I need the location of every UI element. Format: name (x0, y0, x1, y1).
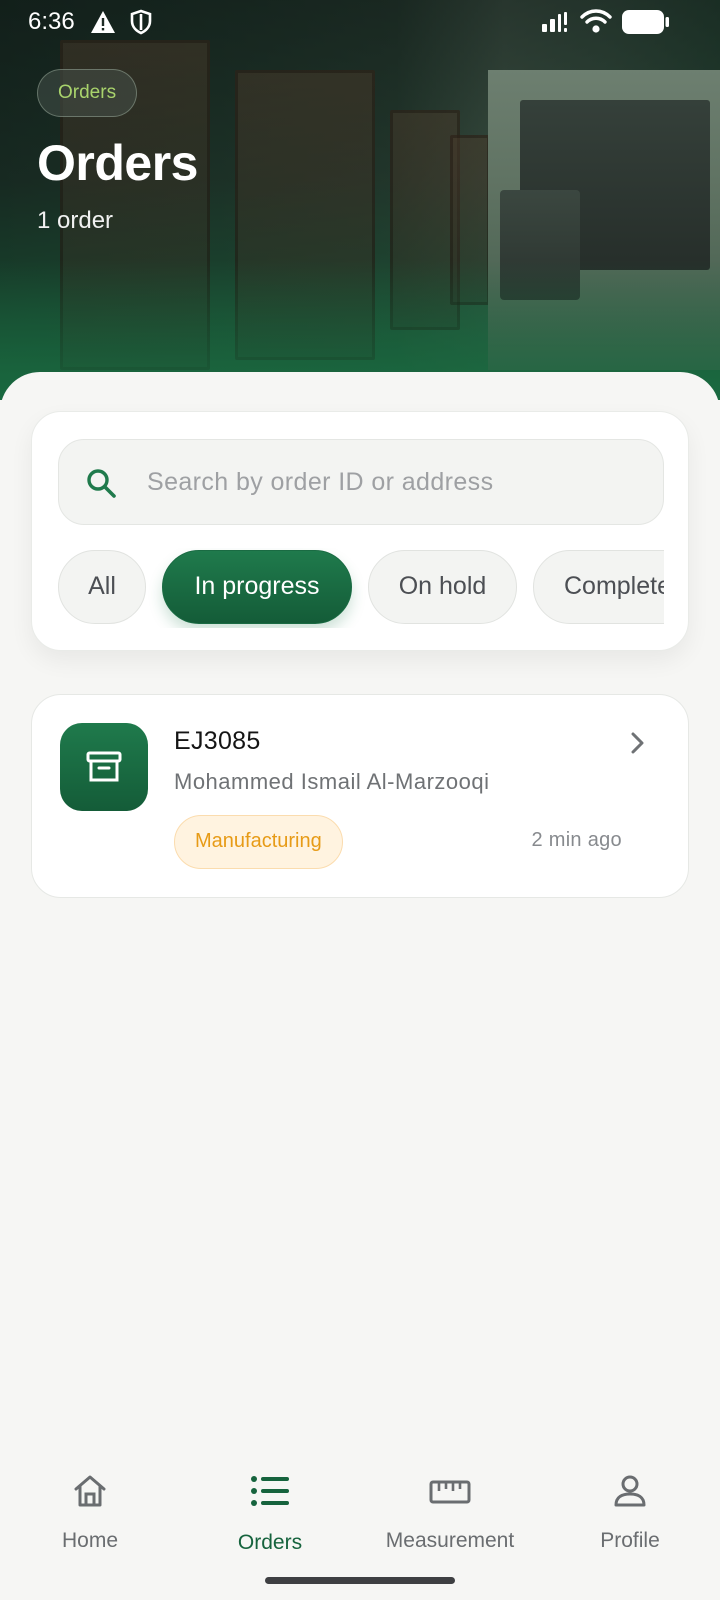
nav-item-home[interactable]: Home (0, 1440, 180, 1560)
chevron-right-icon (630, 731, 646, 760)
order-count: 1 order (37, 207, 114, 234)
header-banner (0, 0, 720, 400)
wifi-icon (580, 8, 612, 39)
home-icon (72, 1474, 108, 1513)
nav-item-orders[interactable]: Orders (180, 1440, 360, 1560)
nav-item-measurement[interactable]: Measurement (360, 1440, 540, 1560)
filter-chip-in-progress[interactable]: In progress (162, 550, 352, 624)
order-id: EJ3085 (174, 727, 261, 755)
bottom-nav: Home Orders Measurement Profile (0, 1440, 720, 1600)
archive-box-icon (86, 751, 122, 782)
header-section-chip: Orders (37, 69, 138, 117)
filter-chip-all[interactable]: All (58, 550, 146, 624)
ruler-icon (429, 1474, 471, 1511)
home-indicator[interactable] (265, 1577, 455, 1584)
nav-label-profile: Profile (600, 1529, 660, 1552)
nav-label-measurement: Measurement (385, 1529, 515, 1552)
nav-item-profile[interactable]: Profile (540, 1440, 720, 1560)
filter-chip-on-hold[interactable]: On hold (368, 550, 517, 624)
order-icon-tile (60, 723, 148, 811)
battery-icon (622, 10, 670, 39)
nav-label-orders: Orders (237, 1531, 303, 1554)
search-icon (85, 467, 117, 504)
page-title: Orders (37, 135, 198, 191)
list-icon (250, 1474, 290, 1513)
order-card[interactable]: EJ3085 Mohammed Ismail Al-Marzooqi Manuf… (31, 694, 689, 898)
warning-icon (90, 10, 116, 39)
person-icon (613, 1474, 647, 1513)
order-time-ago: 2 min ago (531, 829, 622, 851)
signal-icon (542, 10, 574, 37)
status-badge: Manufacturing (174, 815, 343, 869)
search-input[interactable] (147, 440, 647, 524)
status-time: 6:36 (28, 8, 75, 35)
status-bar: 6:36 (0, 0, 720, 44)
nav-label-home: Home (61, 1529, 119, 1552)
filter-chips: All In progress On hold Completed (58, 548, 664, 628)
search-box[interactable] (58, 439, 664, 525)
filter-chip-completed[interactable]: Completed (533, 550, 664, 624)
order-customer: Mohammed Ismail Al-Marzooqi (174, 769, 490, 794)
filter-card: All In progress On hold Completed (31, 411, 689, 651)
shield-icon (130, 9, 152, 40)
